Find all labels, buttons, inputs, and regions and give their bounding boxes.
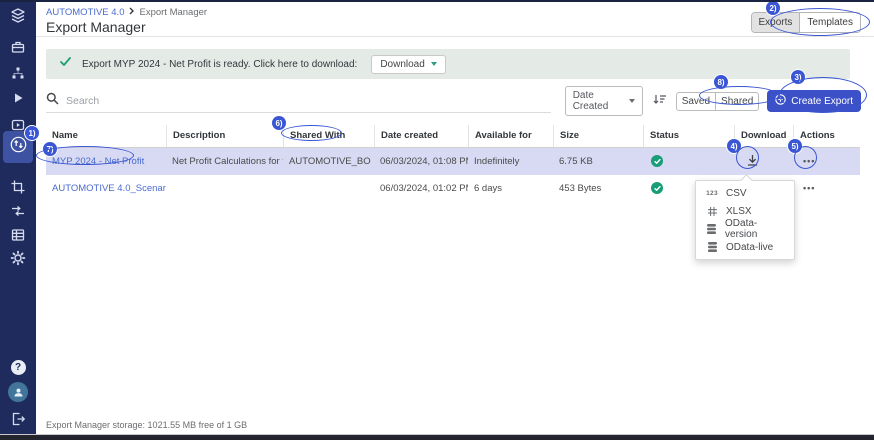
- help-icon: ?: [11, 360, 26, 375]
- sort-direction-button[interactable]: [652, 92, 667, 111]
- tab-exports[interactable]: Exports: [752, 13, 801, 32]
- create-export-label: Create Export: [791, 96, 853, 107]
- banner-download-button[interactable]: Download: [371, 55, 445, 74]
- export-name-link[interactable]: MYP 2024 - Net Profit: [52, 156, 144, 167]
- layers-logo-icon: [9, 7, 27, 25]
- sidebar-item-export-manager[interactable]: [3, 131, 33, 163]
- tab-templates[interactable]: Templates: [800, 13, 860, 32]
- more-actions-button[interactable]: •••: [803, 183, 815, 193]
- menu-item-odata-live[interactable]: OData-live: [696, 238, 794, 256]
- window-bottom-border: [0, 435, 874, 440]
- main-content: AUTOMOTIVE 4.0 Export Manager Export Man…: [36, 0, 874, 440]
- org-chart-icon: [10, 65, 26, 81]
- sidebar-item-stories[interactable]: [0, 91, 36, 105]
- sidebar-item-canvas[interactable]: [0, 179, 36, 195]
- breadcrumb-root-link[interactable]: AUTOMOTIVE 4.0: [46, 7, 124, 18]
- success-check-icon: [59, 55, 72, 73]
- sidebar-item-transport[interactable]: [0, 203, 36, 219]
- sidebar-item-modeler[interactable]: [0, 65, 36, 81]
- sort-by-select[interactable]: Date Created: [565, 86, 643, 116]
- sidebar-item-home[interactable]: [0, 7, 36, 25]
- row-download-button[interactable]: [746, 154, 759, 167]
- cell-available-for: Indefinitely: [468, 156, 553, 167]
- settings-gear-icon: [10, 250, 26, 266]
- logout-icon: [10, 411, 26, 427]
- artboard-icon: [10, 179, 26, 195]
- search-field: [46, 89, 551, 113]
- col-header-date-created: Date created: [374, 125, 468, 147]
- database-icon: [705, 241, 719, 253]
- toolbar: Date Created Saved Shared Create Export: [46, 89, 861, 113]
- table-grid-icon: [10, 227, 26, 243]
- status-success-icon: [651, 182, 663, 194]
- sidebar-item-logout[interactable]: [0, 411, 36, 427]
- menu-item-label: OData-live: [726, 242, 773, 253]
- menu-item-csv[interactable]: 123 CSV: [696, 184, 794, 202]
- database-icon: [705, 223, 718, 235]
- page-title: Export Manager: [46, 19, 874, 35]
- download-format-menu: 123 CSV XLSX OData-version: [695, 180, 795, 260]
- user-avatar-icon: [8, 382, 28, 402]
- storage-status: Export Manager storage: 1021.55 MB free …: [46, 420, 247, 430]
- col-header-status: Status: [643, 125, 734, 147]
- chevron-down-icon: [629, 99, 635, 103]
- play-icon: [11, 91, 25, 105]
- table-header-row: Name Description Shared With Date create…: [46, 125, 860, 148]
- menu-item-label: XLSX: [726, 206, 752, 217]
- cell-size: 6.75 KB: [553, 156, 643, 167]
- col-header-available-for: Available for: [468, 125, 553, 147]
- sidebar-item-help[interactable]: ?: [0, 360, 36, 375]
- col-header-actions: Actions: [793, 125, 860, 147]
- chevron-down-icon: [431, 62, 437, 66]
- breadcrumb: AUTOMOTIVE 4.0 Export Manager: [46, 7, 874, 18]
- plus-circle-icon: [775, 94, 786, 108]
- menu-item-odata-version[interactable]: OData-version: [696, 220, 794, 238]
- banner-download-label: Download: [380, 59, 424, 70]
- more-actions-button[interactable]: •••: [803, 156, 815, 166]
- cell-description: Net Profit Calculations for the ...: [166, 156, 283, 167]
- col-header-size: Size: [553, 125, 643, 147]
- filter-shared-button[interactable]: Shared: [716, 93, 758, 110]
- sidebar-item-settings[interactable]: [0, 250, 36, 266]
- export-manager-icon: [9, 135, 28, 159]
- menu-item-label: OData-version: [725, 218, 785, 240]
- col-header-download: Download: [734, 125, 793, 147]
- swap-arrows-icon: [10, 203, 26, 219]
- status-success-icon: [651, 155, 663, 167]
- breadcrumb-current: Export Manager: [139, 7, 207, 18]
- page-header: AUTOMOTIVE 4.0 Export Manager Export Man…: [36, 0, 874, 37]
- sort-by-value: Date Created: [573, 90, 629, 112]
- search-icon: [46, 92, 59, 110]
- col-header-description: Description: [166, 125, 283, 147]
- cell-date-created: 06/03/2024, 01:08 PM: [374, 156, 468, 167]
- success-banner: Export MYP 2024 - Net Profit is ready. C…: [46, 49, 850, 79]
- sort-descending-icon: [652, 92, 667, 111]
- table-row[interactable]: MYP 2024 - Net Profit Net Profit Calcula…: [46, 148, 860, 175]
- window-top-border: [0, 0, 874, 2]
- app-sidebar: ?: [0, 0, 36, 440]
- xlsx-grid-icon: [705, 206, 719, 217]
- search-input[interactable]: [66, 95, 551, 107]
- csv-123-icon: 123: [705, 190, 719, 197]
- cell-available-for: 6 days: [468, 183, 553, 194]
- col-header-shared-with: Shared With: [283, 125, 374, 147]
- breadcrumb-chevron-icon: [128, 7, 135, 18]
- cell-size: 453 Bytes: [553, 183, 643, 194]
- sidebar-item-profile[interactable]: [0, 382, 36, 402]
- view-tabs: Exports Templates: [751, 12, 861, 33]
- banner-message: Export MYP 2024 - Net Profit is ready. C…: [82, 59, 357, 70]
- export-name-link[interactable]: AUTOMOTIVE 4.0_Scenario Pla...: [52, 183, 166, 194]
- briefcase-icon: [10, 39, 26, 55]
- filter-saved-button[interactable]: Saved: [677, 93, 716, 110]
- create-export-button[interactable]: Create Export: [767, 90, 861, 112]
- sidebar-item-files[interactable]: [0, 39, 36, 55]
- cell-date-created: 06/03/2024, 01:02 PM: [374, 183, 468, 194]
- col-header-name: Name: [46, 125, 166, 147]
- cell-shared-with: AUTOMOTIVE_BO: [283, 156, 374, 167]
- filter-segmented-control: Saved Shared: [676, 92, 760, 111]
- menu-item-label: CSV: [726, 188, 747, 199]
- sidebar-item-datasets[interactable]: [0, 227, 36, 243]
